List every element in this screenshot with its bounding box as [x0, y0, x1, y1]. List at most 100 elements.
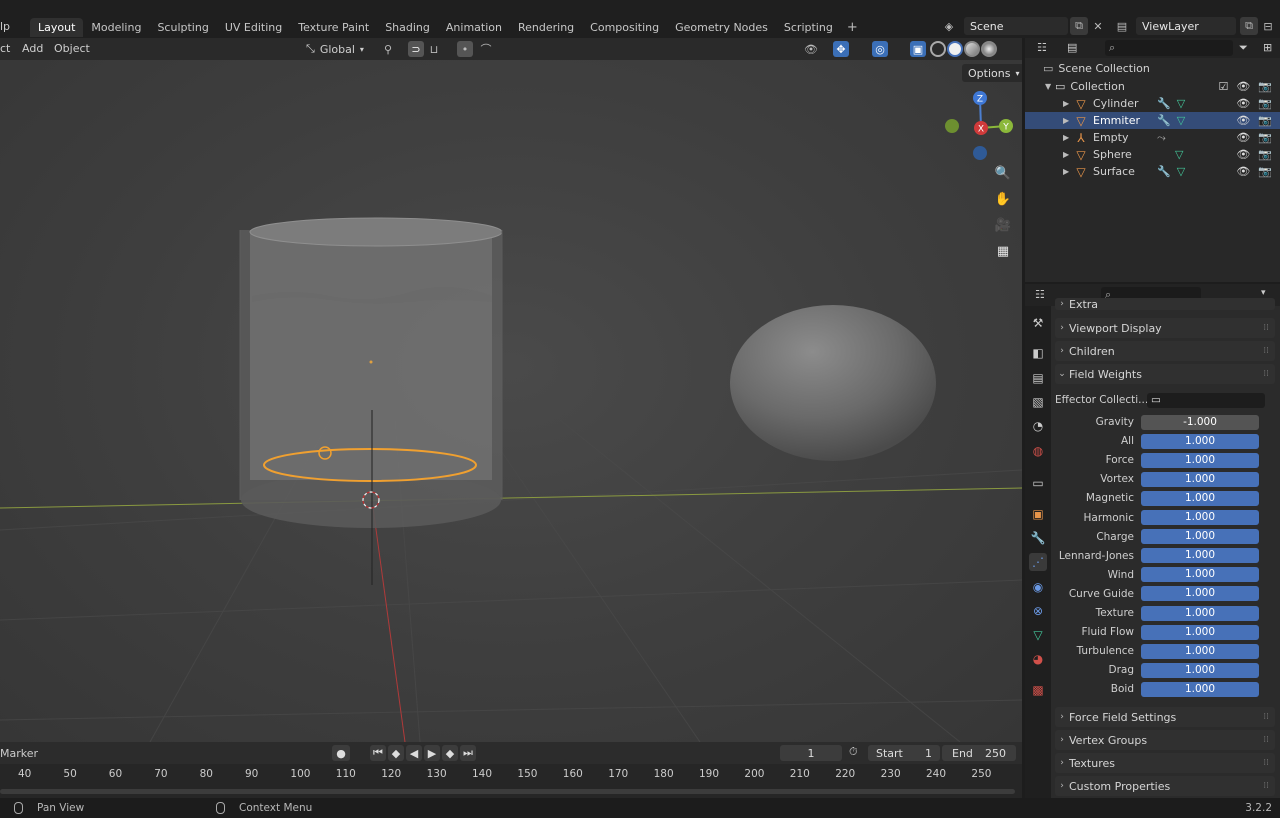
mesh-data-icon[interactable]: ▽ [1177, 97, 1185, 110]
outliner-item-empty[interactable]: ▶ ⅄ Empty ⤳ 👁 📷 [1025, 129, 1280, 146]
expand-triangle-icon[interactable]: ▶ [1063, 150, 1073, 159]
collection-tab-icon[interactable]: ▭ [1029, 474, 1047, 492]
field-weight-slider[interactable]: 1.000 [1141, 681, 1259, 697]
next-keyframe-icon[interactable]: ◆ [442, 745, 458, 761]
checkbox-icon[interactable]: ☑ [1218, 80, 1228, 93]
panel-textures[interactable]: › Textures ⁞⁞ [1055, 753, 1275, 773]
constraints-tab-icon[interactable]: ⊗ [1029, 602, 1047, 620]
grip-icon[interactable]: ⁞⁞ [1263, 346, 1269, 356]
camera-icon[interactable]: 📷 [1258, 131, 1272, 144]
camera-icon[interactable]: 📷 [1258, 165, 1272, 178]
camera-icon[interactable]: 📷 [1258, 148, 1272, 161]
workspace-tab-geometry-nodes[interactable]: Geometry Nodes [667, 18, 776, 37]
mesh-data-icon[interactable]: ▽ [1177, 114, 1185, 127]
play-icon[interactable]: ▶ [424, 745, 440, 761]
current-frame-field[interactable]: 1 [780, 745, 842, 761]
outliner-item-surface[interactable]: ▶ ▽ Surface 🔧 ▽ 👁 📷 [1025, 163, 1280, 180]
view-layer-icon[interactable]: ▤ [1113, 17, 1131, 35]
workspace-tab-rendering[interactable]: Rendering [510, 18, 582, 37]
visibility-dropdown[interactable]: 👁 [803, 41, 819, 57]
perspective-grid-icon[interactable]: ▦ [992, 240, 1014, 262]
material-tab-icon[interactable]: ◕ [1029, 650, 1047, 668]
overlays-toggle[interactable]: ◎ [872, 41, 888, 57]
end-frame-field[interactable]: End 250 [942, 745, 1016, 761]
view-layer-selector[interactable]: ViewLayer [1136, 17, 1236, 35]
particles-tab-icon[interactable]: ⋰ [1029, 553, 1047, 571]
field-weight-slider[interactable]: 1.000 [1141, 490, 1259, 506]
view-layer-tab-icon[interactable]: ▧ [1029, 393, 1047, 411]
eye-icon[interactable]: 👁 [1236, 165, 1250, 178]
effector-collection-field[interactable]: ▭ [1147, 392, 1265, 408]
object-tab-icon[interactable]: ▣ [1029, 505, 1047, 523]
field-weight-slider[interactable]: 1.000 [1141, 548, 1259, 564]
camera-icon[interactable]: 📷 [1258, 80, 1272, 93]
panel-force-field-settings[interactable]: › Force Field Settings ⁞⁞ [1055, 707, 1275, 727]
chevron-down-icon[interactable]: ▾ [1261, 288, 1266, 298]
expand-triangle-icon[interactable]: ▶ [1063, 167, 1073, 176]
3d-viewport[interactable]: Options ▾ Z X Y 🔍 ✋ 🎥 ▦ [0, 60, 1022, 742]
field-weight-slider[interactable]: 1.000 [1141, 452, 1259, 468]
panel-children[interactable]: › Children ⁞⁞ [1055, 341, 1275, 361]
workspace-tab-shading[interactable]: Shading [377, 18, 438, 37]
grip-icon[interactable]: ⁞⁞ [1263, 735, 1269, 745]
field-weight-slider[interactable]: 1.000 [1141, 529, 1259, 545]
proportional-edit-toggle[interactable]: • [457, 41, 473, 57]
camera-view-icon[interactable]: 🎥 [992, 214, 1014, 236]
rendered-shading-icon[interactable] [981, 41, 997, 57]
outliner-search-input[interactable]: ⌕ [1105, 40, 1233, 56]
transform-orientation-dropdown[interactable]: ⤡ Global ▾ [306, 41, 364, 57]
field-weight-slider[interactable]: 1.000 [1141, 567, 1259, 583]
pivot-point-dropdown[interactable]: ⚲ [380, 41, 396, 57]
camera-icon[interactable]: 📷 [1258, 114, 1272, 127]
panel-vertex-groups[interactable]: › Vertex Groups ⁞⁞ [1055, 730, 1275, 750]
texture-tab-icon[interactable]: ▩ [1029, 681, 1047, 699]
delete-scene-icon[interactable]: ✕ [1089, 17, 1107, 35]
expand-triangle-icon[interactable]: ▼ [1045, 82, 1055, 91]
grip-icon[interactable]: ⁞⁞ [1263, 781, 1269, 791]
modifier-icon[interactable]: 🔧 [1157, 114, 1171, 127]
display-mode-icon[interactable]: ▤ [1067, 41, 1077, 54]
collection-row[interactable]: ▼ ▭ Collection ☑ 👁 📷 [1025, 78, 1280, 95]
expand-triangle-icon[interactable]: ▶ [1063, 99, 1073, 108]
camera-icon[interactable]: 📷 [1258, 97, 1272, 110]
field-weight-slider[interactable]: 1.000 [1141, 471, 1259, 487]
delete-view-layer-icon[interactable]: ⊟ [1259, 17, 1277, 35]
modifier-icon[interactable]: 🔧 [1157, 97, 1171, 110]
gizmo-neg-y-axis[interactable] [945, 119, 959, 133]
field-weight-slider[interactable]: 1.000 [1141, 643, 1259, 659]
menu-select[interactable]: ct [0, 42, 10, 55]
grip-icon[interactable]: ⁞⁞ [1263, 323, 1269, 333]
field-weight-slider[interactable]: 1.000 [1141, 510, 1259, 525]
outliner-item-emmiter[interactable]: ▶ ▽ Emmiter 🔧 ▽ 👁 📷 [1025, 112, 1280, 129]
workspace-tab-animation[interactable]: Animation [438, 18, 510, 37]
eye-icon[interactable]: 👁 [1236, 114, 1250, 127]
mesh-data-icon[interactable]: ▽ [1177, 165, 1185, 178]
scene-collection-row[interactable]: ▭ Scene Collection [1025, 60, 1280, 77]
timeline-scrollbar[interactable] [0, 789, 1015, 794]
grip-icon[interactable]: ⁞⁞ [1263, 758, 1269, 768]
filter-icon[interactable]: ⏷ [1239, 41, 1248, 55]
outliner-item-sphere[interactable]: ▶ ▽ Sphere ▽ 👁 📷 [1025, 146, 1280, 163]
help-menu[interactable]: lp [0, 20, 10, 33]
panel-viewport-display[interactable]: › Viewport Display ⁞⁞ [1055, 318, 1275, 338]
xray-toggle[interactable]: ▣ [910, 41, 926, 57]
panel-custom-properties[interactable]: › Custom Properties ⁞⁞ [1055, 776, 1275, 796]
editor-type-icon[interactable]: ☷ [1037, 41, 1047, 54]
constraint-icon[interactable]: ⤳ [1157, 131, 1166, 145]
scene-icon[interactable]: ◈ [940, 17, 958, 35]
editor-type-icon[interactable]: ☷ [1035, 288, 1045, 301]
eye-icon[interactable]: 👁 [1236, 148, 1250, 161]
jump-start-icon[interactable]: ⏮ [370, 745, 386, 761]
physics-tab-icon[interactable]: ◉ [1029, 578, 1047, 596]
grip-icon[interactable]: ⁞⁞ [1263, 712, 1269, 722]
field-weight-slider[interactable]: -1.000 [1141, 414, 1259, 430]
new-view-layer-icon[interactable]: ⧉ [1240, 17, 1258, 35]
scene-tab-icon[interactable]: ◔ [1029, 417, 1047, 435]
stopwatch-icon[interactable]: ⏱ [849, 745, 858, 759]
snap-target-dropdown[interactable]: ⊔ [426, 41, 442, 57]
play-reverse-icon[interactable]: ◀ [406, 745, 422, 761]
solid-shading-icon[interactable] [947, 41, 963, 57]
outliner-item-cylinder[interactable]: ▶ ▽ Cylinder 🔧 ▽ 👁 📷 [1025, 95, 1280, 112]
workspace-tab-modeling[interactable]: Modeling [83, 18, 149, 37]
eye-icon[interactable]: 👁 [1236, 80, 1250, 93]
